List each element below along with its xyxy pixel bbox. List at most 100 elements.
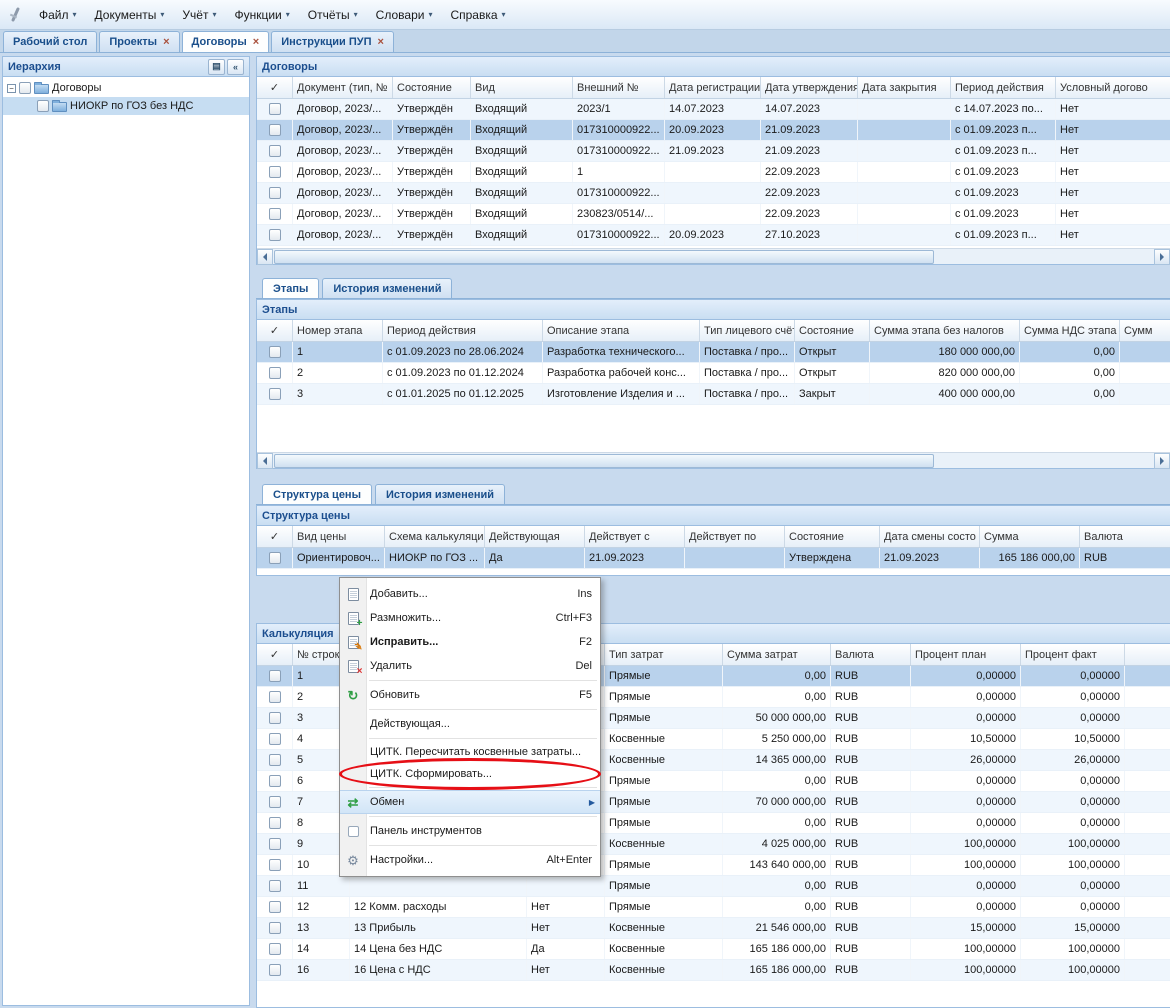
column-header[interactable]: Дата смены состо [880, 526, 980, 547]
checkbox[interactable] [269, 670, 281, 682]
column-header[interactable]: Дата утверждения [761, 77, 858, 98]
table-row[interactable]: Договор, 2023/...УтверждёнВходящий017310… [257, 120, 1170, 141]
panel-tab[interactable]: Этапы [262, 278, 319, 298]
stages-hscrollbar[interactable] [257, 452, 1170, 468]
row-select-cell[interactable] [257, 225, 293, 245]
column-header[interactable]: Описание этапа [543, 320, 700, 341]
table-row[interactable]: Договор, 2023/...УтверждёнВходящий017310… [257, 141, 1170, 162]
row-select-cell[interactable] [257, 384, 293, 404]
column-header[interactable]: Сумма НДС этапа [1020, 320, 1120, 341]
column-header[interactable]: Сумма [980, 526, 1080, 547]
row-select-cell[interactable] [257, 813, 293, 833]
row-select-cell[interactable] [257, 141, 293, 161]
menubar-item[interactable]: Отчёты▾ [299, 4, 367, 26]
scroll-thumb[interactable] [274, 250, 934, 264]
scroll-right-icon[interactable] [1154, 453, 1170, 469]
context-menu-item[interactable]: ЦИТК. Пересчитать косвенные затраты... [340, 741, 600, 763]
column-header[interactable]: Действующая [485, 526, 585, 547]
checkbox[interactable] [269, 691, 281, 703]
column-header[interactable]: Внешний № [573, 77, 665, 98]
menubar-item[interactable]: Словари▾ [367, 4, 442, 26]
column-header[interactable]: Условный догово [1056, 77, 1170, 98]
table-row[interactable]: Договор, 2023/...УтверждёнВходящий2023/1… [257, 99, 1170, 120]
main-tab[interactable]: Договоры× [182, 31, 270, 52]
row-select-cell[interactable] [257, 183, 293, 203]
scroll-left-icon[interactable] [257, 249, 273, 265]
table-row[interactable]: Договор, 2023/...УтверждёнВходящий122.09… [257, 162, 1170, 183]
context-menu-item[interactable]: Действующая... [340, 712, 600, 736]
column-header[interactable]: Состояние [795, 320, 870, 341]
table-row[interactable]: 1212 Комм. расходыНетПрямые0,00RUB0,0000… [257, 897, 1170, 918]
column-header[interactable]: Действует по [685, 526, 785, 547]
close-icon[interactable]: × [253, 37, 259, 47]
checkbox[interactable] [269, 712, 281, 724]
column-header[interactable]: ✓ [257, 77, 293, 98]
menubar-item[interactable]: Учёт▾ [173, 4, 225, 26]
column-header[interactable]: Вид [471, 77, 573, 98]
row-select-cell[interactable] [257, 204, 293, 224]
row-select-cell[interactable] [257, 960, 293, 980]
table-row[interactable]: 1414 Цена без НДСДаКосвенные165 186 000,… [257, 939, 1170, 960]
column-header[interactable]: Процент план [911, 644, 1021, 665]
checkbox[interactable] [269, 775, 281, 787]
checkbox[interactable] [269, 145, 281, 157]
column-header[interactable]: Действует с [585, 526, 685, 547]
checkbox[interactable] [269, 796, 281, 808]
column-header[interactable]: Валюта [1080, 526, 1170, 547]
row-select-cell[interactable] [257, 363, 293, 383]
column-header[interactable]: ✓ [257, 644, 293, 665]
row-select-cell[interactable] [257, 897, 293, 917]
column-header[interactable]: Дата закрытия [858, 77, 951, 98]
panel-tab[interactable]: Структура цены [262, 484, 372, 504]
column-header[interactable]: Состояние [393, 77, 471, 98]
row-select-cell[interactable] [257, 855, 293, 875]
checkbox[interactable] [269, 964, 281, 976]
column-header[interactable]: Тип затрат [605, 644, 723, 665]
row-select-cell[interactable] [257, 750, 293, 770]
table-row[interactable]: 1616 Цена с НДСНетКосвенные165 186 000,0… [257, 960, 1170, 981]
row-select-cell[interactable] [257, 120, 293, 140]
column-header[interactable]: Период действия [383, 320, 543, 341]
table-row[interactable]: Ориентировоч...НИОКР по ГОЗ ...Да21.09.2… [257, 548, 1170, 569]
scroll-right-icon[interactable] [1154, 249, 1170, 265]
menubar-item[interactable]: Документы▾ [86, 4, 174, 26]
tree-node[interactable]: НИОКР по ГОЗ без НДС [3, 97, 249, 115]
row-select-cell[interactable] [257, 918, 293, 938]
panel-tab[interactable]: История изменений [375, 484, 505, 504]
checkbox[interactable] [269, 880, 281, 892]
context-menu-item[interactable]: ×УдалитьDel [340, 654, 600, 678]
checkbox[interactable] [19, 82, 31, 94]
main-tab[interactable]: Рабочий стол [3, 31, 97, 52]
row-select-cell[interactable] [257, 834, 293, 854]
row-select-cell[interactable] [257, 548, 293, 568]
column-header[interactable]: Период действия [951, 77, 1056, 98]
checkbox[interactable] [269, 388, 281, 400]
checkbox[interactable] [269, 901, 281, 913]
checkbox[interactable] [269, 367, 281, 379]
row-select-cell[interactable] [257, 708, 293, 728]
column-header[interactable]: Вид цены [293, 526, 385, 547]
context-menu-item[interactable]: ✎Исправить...F2 [340, 630, 600, 654]
column-header[interactable] [1125, 644, 1170, 665]
column-header[interactable]: Сумма этапа без налогов [870, 320, 1020, 341]
table-row[interactable]: 2с 01.09.2023 по 01.12.2024Разработка ра… [257, 363, 1170, 384]
column-header[interactable]: Номер этапа [293, 320, 383, 341]
row-select-cell[interactable] [257, 162, 293, 182]
checkbox[interactable] [269, 208, 281, 220]
checkbox[interactable] [269, 346, 281, 358]
checkbox[interactable] [269, 838, 281, 850]
checkbox[interactable] [269, 922, 281, 934]
column-header[interactable]: Состояние [785, 526, 880, 547]
checkbox[interactable] [269, 103, 281, 115]
row-select-cell[interactable] [257, 792, 293, 812]
context-menu-item[interactable]: Панель инструментов [340, 819, 600, 843]
context-menu-item[interactable]: ЦИТК. Сформировать... [340, 763, 600, 785]
context-menu-item[interactable]: ⚙Настройки...Alt+Enter [340, 848, 600, 872]
column-header[interactable]: Схема калькуляци [385, 526, 485, 547]
menubar-item[interactable]: Функции▾ [225, 4, 298, 26]
row-select-cell[interactable] [257, 666, 293, 686]
scroll-thumb[interactable] [274, 454, 934, 468]
checkbox[interactable] [269, 754, 281, 766]
collapse-left-icon[interactable]: « [227, 59, 244, 75]
row-select-cell[interactable] [257, 99, 293, 119]
